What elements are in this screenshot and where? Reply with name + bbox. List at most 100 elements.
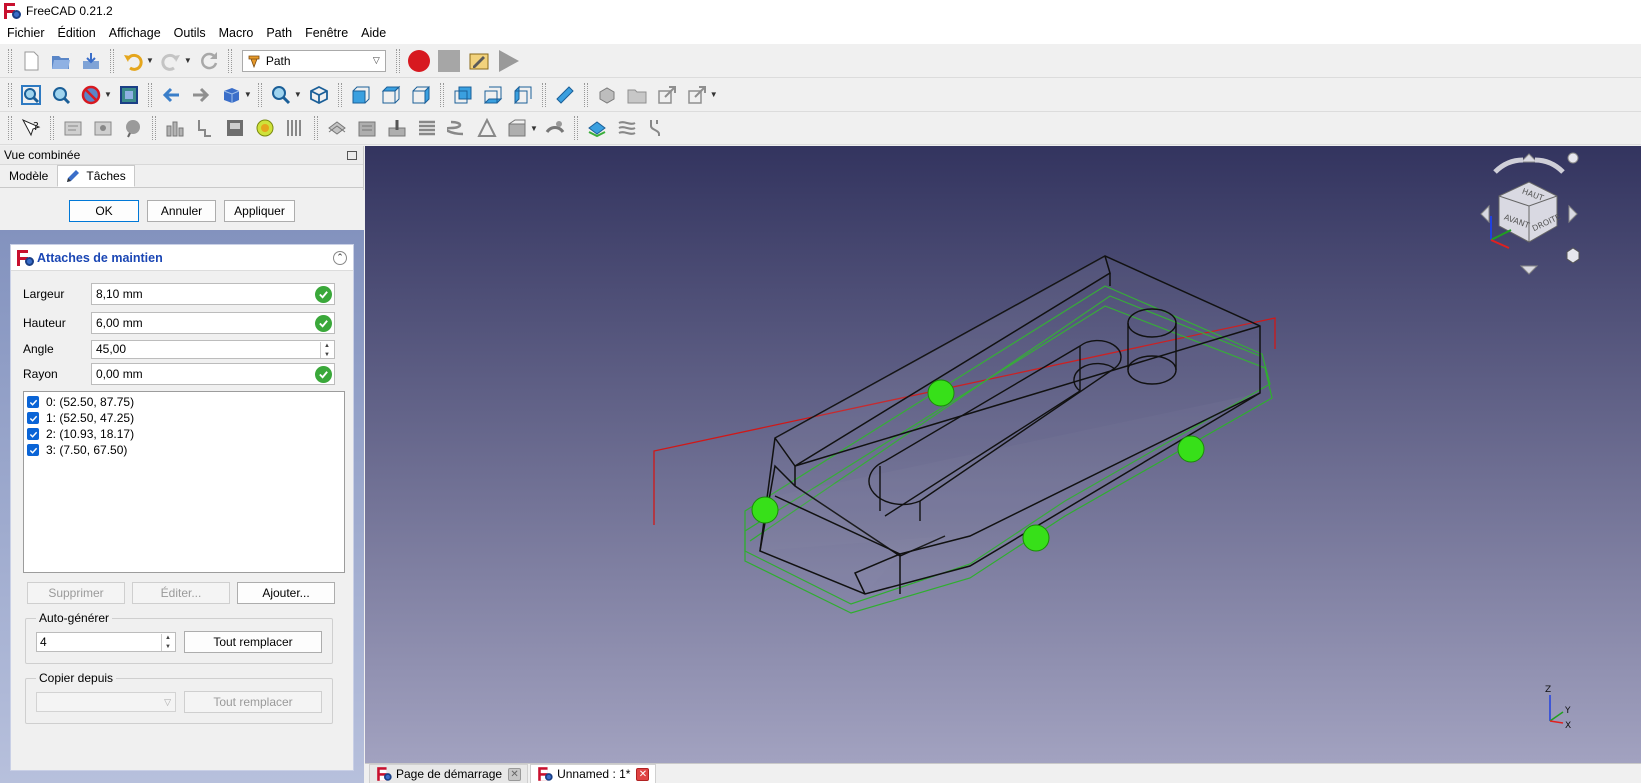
whats-this-button[interactable]: ? xyxy=(18,115,44,141)
delete-button[interactable]: Supprimer xyxy=(27,582,125,604)
menu-aide[interactable]: Aide xyxy=(356,26,391,40)
menu-macro[interactable]: Macro xyxy=(214,26,259,40)
undock-icon[interactable] xyxy=(347,150,357,160)
undo-dropdown-icon[interactable]: ▼ xyxy=(146,56,154,65)
dressup-button[interactable] xyxy=(542,115,568,141)
profile-button[interactable] xyxy=(324,115,350,141)
tab-tasks[interactable]: Tâches xyxy=(57,165,135,187)
autogen-count-spinbox[interactable]: 4 ▲ ▼ xyxy=(36,632,176,652)
copy-from-select[interactable]: ▽ xyxy=(36,692,176,712)
list-item[interactable]: 3: (7.50, 67.50) xyxy=(27,442,341,458)
simulator-button[interactable] xyxy=(252,115,278,141)
setup-sheet-button[interactable] xyxy=(282,115,308,141)
list-item[interactable]: 0: (52.50, 87.75) xyxy=(27,394,341,410)
spin-arrows-icon[interactable]: ▲ ▼ xyxy=(161,634,174,651)
view-left-button[interactable] xyxy=(510,82,536,108)
navcube-arrow-right-icon[interactable] xyxy=(1568,204,1578,224)
sanity-check-button[interactable] xyxy=(120,115,146,141)
draw-style-button[interactable] xyxy=(78,82,104,108)
post-process-button[interactable] xyxy=(90,115,116,141)
checkbox-checked-icon[interactable] xyxy=(27,396,39,408)
back-button[interactable] xyxy=(158,82,184,108)
undo-button[interactable] xyxy=(120,48,146,74)
menu-edition[interactable]: Édition xyxy=(53,26,101,40)
close-icon[interactable]: ✕ xyxy=(636,767,650,781)
std-views-button[interactable] xyxy=(218,82,244,108)
view-rear-button[interactable] xyxy=(450,82,476,108)
navcube-menu-icon[interactable] xyxy=(1567,152,1579,164)
edit-button[interactable]: Éditer... xyxy=(132,582,230,604)
checkbox-checked-icon[interactable] xyxy=(27,444,39,456)
navigation-cube[interactable]: HAUT AVANT DROITE xyxy=(1480,152,1580,275)
radius-input[interactable]: 0,00 mm xyxy=(91,363,335,385)
navcube-rotate-right-icon[interactable] xyxy=(1534,157,1565,174)
view-right-button[interactable] xyxy=(408,82,434,108)
pocket-button[interactable] xyxy=(354,115,380,141)
checkbox-checked-icon[interactable] xyxy=(27,428,39,440)
autogen-replace-all-button[interactable]: Tout remplacer xyxy=(184,631,322,653)
menu-path[interactable]: Path xyxy=(261,26,297,40)
navcube-arrow-left-icon[interactable] xyxy=(1480,204,1490,224)
spin-arrows-icon[interactable]: ▲ ▼ xyxy=(320,341,333,358)
draw-style-dropdown-icon[interactable]: ▼ xyxy=(104,90,112,99)
link-dropdown-icon[interactable]: ▼ xyxy=(710,90,718,99)
apply-button[interactable]: Appliquer xyxy=(224,200,295,222)
record-macro-button[interactable] xyxy=(406,48,432,74)
navcube-rotate-left-icon[interactable] xyxy=(1493,157,1524,174)
menu-outils[interactable]: Outils xyxy=(169,26,211,40)
workbench-select[interactable]: Path ▽ xyxy=(241,49,386,72)
tool-controller-button[interactable] xyxy=(192,115,218,141)
list-item[interactable]: 2: (10.93, 18.17) xyxy=(27,426,341,442)
measure-distance-button[interactable] xyxy=(552,82,578,108)
collapse-icon[interactable]: ⌃ xyxy=(333,250,347,265)
fit-all-button[interactable] xyxy=(18,82,44,108)
menu-fenetre[interactable]: Fenêtre xyxy=(300,26,353,40)
tab-unnamed-document[interactable]: Unnamed : 1* ✕ xyxy=(530,764,657,783)
angle-spinbox[interactable]: 45,00 ▲ ▼ xyxy=(91,339,335,359)
height-input[interactable]: 6,00 mm xyxy=(91,312,335,334)
more-ops-dropdown-icon[interactable]: ▼ xyxy=(530,124,538,133)
slot-button[interactable] xyxy=(644,115,670,141)
job-button[interactable] xyxy=(60,115,86,141)
create-part-button[interactable] xyxy=(594,82,620,108)
stop-macro-button[interactable] xyxy=(436,48,462,74)
ok-button[interactable]: OK xyxy=(69,200,139,222)
redo-dropdown-icon[interactable]: ▼ xyxy=(184,56,192,65)
zoom-dropdown-icon[interactable]: ▼ xyxy=(294,90,302,99)
checkbox-checked-icon[interactable] xyxy=(27,412,39,424)
link-actions-button[interactable] xyxy=(684,82,710,108)
menu-fichier[interactable]: Fichier xyxy=(2,26,50,40)
view-bottom-button[interactable] xyxy=(480,82,506,108)
menu-affichage[interactable]: Affichage xyxy=(104,26,166,40)
width-input[interactable]: 8,10 mm xyxy=(91,283,335,305)
adaptive-button[interactable] xyxy=(504,115,530,141)
face-button[interactable] xyxy=(414,115,440,141)
zoom-button[interactable] xyxy=(268,82,294,108)
toolbit-button[interactable] xyxy=(162,115,188,141)
navcube-arrow-down-icon[interactable] xyxy=(1519,265,1539,275)
save-button[interactable] xyxy=(78,48,104,74)
create-group-button[interactable] xyxy=(624,82,650,108)
std-views-dropdown-icon[interactable]: ▼ xyxy=(244,90,252,99)
waterline-button[interactable] xyxy=(614,115,640,141)
tab-start-page[interactable]: Page de démarrage ✕ xyxy=(369,764,529,783)
tab-model[interactable]: Modèle xyxy=(0,165,57,187)
tag-point-list[interactable]: 0: (52.50, 87.75) 1: (52.50, 47.25) 2: (… xyxy=(23,391,345,573)
macros-button[interactable] xyxy=(466,48,492,74)
holding-tags-button[interactable] xyxy=(584,115,610,141)
add-button[interactable]: Ajouter... xyxy=(237,582,335,604)
open-button[interactable] xyxy=(48,48,74,74)
view-front-button[interactable] xyxy=(348,82,374,108)
navcube-arrow-up-icon[interactable] xyxy=(1519,153,1539,163)
forward-button[interactable] xyxy=(188,82,214,108)
list-item[interactable]: 1: (52.50, 47.25) xyxy=(27,410,341,426)
navcube-mini-cube-icon[interactable] xyxy=(1566,247,1580,264)
copy-replace-all-button[interactable]: Tout remplacer xyxy=(184,691,322,713)
bounding-box-button[interactable] xyxy=(116,82,142,108)
stock-button[interactable] xyxy=(222,115,248,141)
link-button[interactable] xyxy=(654,82,680,108)
execute-macro-button[interactable] xyxy=(496,48,522,74)
refresh-button[interactable] xyxy=(196,48,222,74)
fit-selection-button[interactable] xyxy=(48,82,74,108)
view-top-button[interactable] xyxy=(378,82,404,108)
